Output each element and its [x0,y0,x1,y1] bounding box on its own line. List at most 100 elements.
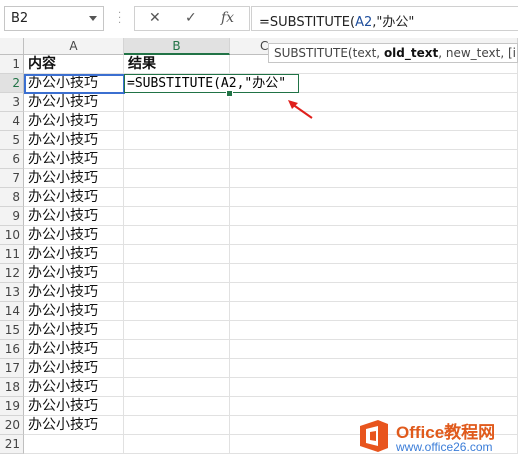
cell-c[interactable] [230,378,518,397]
row-header[interactable]: 17 [0,359,24,378]
cell-c[interactable] [230,340,518,359]
cell-a[interactable]: 办公小技巧 [24,74,124,93]
cell-a[interactable]: 办公小技巧 [24,207,124,226]
cell-b[interactable]: 结果 [124,55,230,74]
tooltip-func: SUBSTITUTE(text, [274,46,384,60]
cell-c[interactable] [230,112,518,131]
cell-a[interactable]: 办公小技巧 [24,150,124,169]
cell-b[interactable] [124,283,230,302]
cell-b[interactable] [124,359,230,378]
cell-a[interactable]: 办公小技巧 [24,112,124,131]
column-header-b[interactable]: B [124,38,230,55]
cell-a[interactable]: 办公小技巧 [24,245,124,264]
row-header[interactable]: 19 [0,397,24,416]
row-header[interactable]: 16 [0,340,24,359]
cell-a[interactable]: 办公小技巧 [24,397,124,416]
enter-icon[interactable]: ✓ [185,10,197,26]
row-header[interactable]: 18 [0,378,24,397]
watermark-url: www.office26.com [396,440,493,454]
cancel-icon[interactable]: ✕ [149,10,161,26]
tooltip-rest: , new_text, [insta [438,46,517,60]
row-header[interactable]: 5 [0,131,24,150]
cell-c[interactable] [230,169,518,188]
cell-c[interactable] [230,359,518,378]
name-box-value: B2 [11,11,29,26]
cell-c[interactable] [230,283,518,302]
cell-a[interactable]: 办公小技巧 [24,302,124,321]
column-header-a[interactable]: A [24,38,124,55]
insert-function-icon[interactable]: fx [221,10,234,26]
cell-c[interactable] [230,207,518,226]
drag-handle-icon[interactable]: · · · [118,9,121,29]
select-all-corner[interactable] [0,38,24,55]
cell-b[interactable] [124,264,230,283]
cell-a[interactable]: 办公小技巧 [24,188,124,207]
row-header[interactable]: 10 [0,226,24,245]
row-header[interactable]: 11 [0,245,24,264]
row-header[interactable]: 7 [0,169,24,188]
cell-a[interactable]: 办公小技巧 [24,378,124,397]
cell-c[interactable] [230,150,518,169]
chevron-down-icon[interactable] [89,16,97,21]
cell-c[interactable] [230,93,518,112]
formula-input[interactable]: =SUBSTITUTE(A2,"办公" [251,6,518,31]
cell-c[interactable] [230,131,518,150]
cell-a[interactable]: 办公小技巧 [24,283,124,302]
tooltip-current-arg: old_text [383,46,439,60]
row-header[interactable]: 21 [0,435,24,454]
cell-b[interactable] [124,150,230,169]
cell-b[interactable] [124,416,230,435]
cell-b[interactable] [124,340,230,359]
cell-b[interactable] [124,188,230,207]
cell-a[interactable]: 内容 [24,55,124,74]
cell-b[interactable] [124,397,230,416]
cell-c[interactable] [230,321,518,340]
row-header[interactable]: 4 [0,112,24,131]
cell-b[interactable] [124,302,230,321]
cell-a[interactable]: 办公小技巧 [24,93,124,112]
office-logo-icon [360,420,388,452]
row-header[interactable]: 3 [0,93,24,112]
cell-a[interactable] [24,435,124,454]
cell-a[interactable]: 办公小技巧 [24,264,124,283]
cell-b[interactable] [124,169,230,188]
cell-a[interactable]: 办公小技巧 [24,416,124,435]
cell-c[interactable] [230,188,518,207]
cell-b[interactable] [124,378,230,397]
row-header[interactable]: 9 [0,207,24,226]
cell-c[interactable] [230,264,518,283]
cell-b[interactable] [124,226,230,245]
cell-c[interactable] [230,245,518,264]
name-box[interactable]: B2 [4,6,104,31]
formula-prefix: =SUBSTITUTE( [259,15,356,30]
cell-a[interactable]: 办公小技巧 [24,169,124,188]
row-header[interactable]: 13 [0,283,24,302]
cell-a[interactable]: 办公小技巧 [24,321,124,340]
function-tooltip: SUBSTITUTE(text, old_text, new_text, [in… [268,43,518,63]
cell-b[interactable] [124,131,230,150]
cell-a[interactable]: 办公小技巧 [24,359,124,378]
arrow-icon [288,100,313,119]
cell-a[interactable]: 办公小技巧 [24,340,124,359]
row-header[interactable]: 14 [0,302,24,321]
row-header[interactable]: 6 [0,150,24,169]
active-cell-editor[interactable]: =SUBSTITUTE(A2,"办公" [124,74,299,93]
cell-c[interactable] [230,226,518,245]
cell-b[interactable] [124,321,230,340]
cell-b[interactable] [124,93,230,112]
cell-c[interactable] [230,302,518,321]
row-header[interactable]: 8 [0,188,24,207]
watermark-logo: Office教程网 www.office26.com [356,412,518,462]
row-header[interactable]: 2 [0,74,24,93]
cell-b[interactable] [124,435,230,454]
row-header[interactable]: 15 [0,321,24,340]
cell-b[interactable] [124,112,230,131]
fill-handle[interactable] [226,90,233,97]
row-header[interactable]: 1 [0,55,24,74]
row-header[interactable]: 20 [0,416,24,435]
cell-b[interactable] [124,207,230,226]
row-header[interactable]: 12 [0,264,24,283]
cell-a[interactable]: 办公小技巧 [24,226,124,245]
cell-a[interactable]: 办公小技巧 [24,131,124,150]
cell-b[interactable] [124,245,230,264]
